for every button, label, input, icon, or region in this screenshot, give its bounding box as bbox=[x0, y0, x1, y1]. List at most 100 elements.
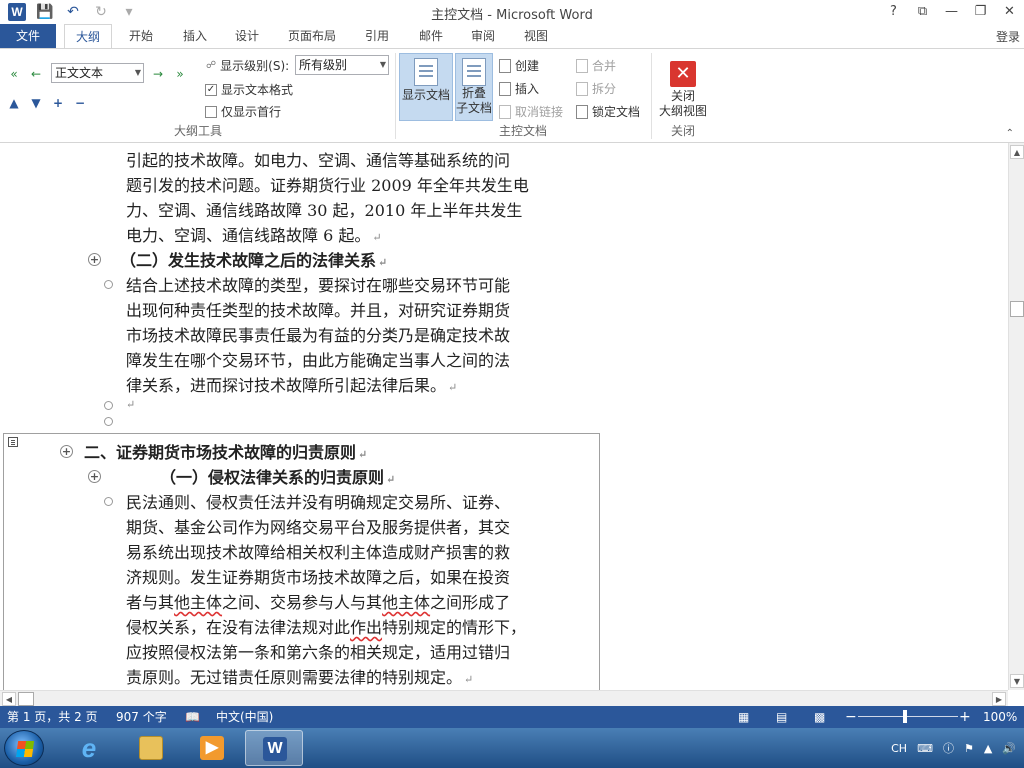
lock-icon bbox=[576, 104, 588, 119]
show-first-line-only-checkbox[interactable]: 仅显示首行 bbox=[205, 103, 281, 120]
unlink-subdocument-button[interactable]: 取消链接 bbox=[499, 103, 563, 120]
unlink-icon bbox=[499, 104, 511, 119]
tab-view[interactable]: 视图 bbox=[513, 24, 559, 48]
close-icon: ✕ bbox=[670, 61, 696, 87]
demote-icon[interactable]: → bbox=[150, 66, 166, 82]
zoom-level[interactable]: 100% bbox=[983, 706, 1017, 728]
read-mode-icon[interactable]: ▦ bbox=[738, 706, 749, 728]
minimize-button[interactable]: — bbox=[937, 0, 966, 24]
tab-design[interactable]: 设计 bbox=[224, 24, 270, 48]
collapse-ribbon-icon[interactable]: ⌃ bbox=[1006, 128, 1014, 139]
insert-subdocument-button[interactable]: 插入 bbox=[499, 80, 539, 97]
outline-level-dropdown[interactable]: 正文文本 ▼ bbox=[51, 63, 144, 83]
split-icon bbox=[576, 81, 588, 96]
outline-text-line: 易系统出现技术故障给相关权利主体造成财产损害的救 bbox=[126, 543, 511, 562]
scroll-left-icon[interactable]: ◀ bbox=[2, 692, 16, 706]
show-text-formatting-checkbox[interactable]: ✓ 显示文本格式 bbox=[205, 81, 293, 98]
tab-references[interactable]: 引用 bbox=[354, 24, 400, 48]
paragraph-mark-icon: ↵ bbox=[386, 473, 396, 486]
paragraph-mark-icon: ↵ bbox=[464, 673, 474, 686]
outline-heading-line: （二）发生技术故障之后的法律关系 ↵ bbox=[120, 251, 388, 270]
volume-icon[interactable]: 🔊 bbox=[1002, 742, 1016, 755]
tab-outline[interactable]: 大纲 bbox=[64, 24, 112, 49]
zoom-slider[interactable] bbox=[858, 716, 958, 717]
move-up-icon[interactable]: ▲ bbox=[6, 95, 22, 111]
taskbar-internet-explorer[interactable]: e bbox=[60, 730, 118, 766]
demote-to-body-text-icon[interactable]: » bbox=[172, 66, 188, 82]
scroll-down-icon[interactable]: ▼ bbox=[1010, 674, 1024, 688]
horizontal-scrollbar[interactable]: ◀ ▶ bbox=[0, 690, 1008, 706]
language-indicator[interactable]: 中文(中国) bbox=[216, 706, 273, 728]
zoom-slider-thumb[interactable] bbox=[903, 710, 907, 723]
promote-icon[interactable]: ← bbox=[28, 66, 44, 82]
window-title: 主控文档 - Microsoft Word bbox=[431, 8, 593, 23]
zoom-out-button[interactable]: − bbox=[845, 706, 857, 728]
show-level-dropdown[interactable]: 所有级别 ▼ bbox=[295, 55, 389, 75]
close-group-label: 关闭 bbox=[670, 124, 695, 138]
outline-text-line: 引起的技术故障。如电力、空调、通信等基础系统的问 bbox=[126, 151, 511, 170]
scroll-up-icon[interactable]: ▲ bbox=[1010, 145, 1024, 159]
web-layout-icon[interactable]: ▩ bbox=[814, 706, 825, 728]
help-button[interactable]: ? bbox=[879, 0, 908, 24]
keyboard-icon[interactable]: ⌨ bbox=[917, 742, 933, 755]
horizontal-scroll-thumb[interactable] bbox=[18, 692, 34, 706]
taskbar-media-player[interactable]: ▶ bbox=[183, 730, 241, 766]
proofing-icon[interactable]: 📖 bbox=[185, 706, 200, 728]
document-area[interactable]: 引起的技术故障。如电力、空调、通信等基础系统的问 题引发的技术问题。证券期货行业… bbox=[0, 143, 1008, 690]
body-text-bullet-icon[interactable] bbox=[104, 280, 113, 289]
spelling-flag: 他主体 bbox=[382, 593, 431, 612]
tab-insert[interactable]: 插入 bbox=[172, 24, 218, 48]
folder-icon bbox=[139, 736, 163, 760]
tab-file[interactable]: 文件 bbox=[0, 24, 56, 48]
move-down-icon[interactable]: ▼ bbox=[28, 95, 44, 111]
spelling-flag: 他主体 bbox=[174, 593, 223, 612]
page-count[interactable]: 第 1 页，共 2 页 bbox=[7, 706, 98, 728]
body-text-bullet-icon[interactable] bbox=[104, 401, 113, 410]
internet-explorer-icon: e bbox=[81, 733, 97, 763]
sign-in-link[interactable]: 登录 bbox=[996, 28, 1020, 45]
outline-text-line: 电力、空调、通信线路故障 6 起。 ↵ bbox=[126, 226, 382, 245]
create-subdocument-button[interactable]: 创建 bbox=[499, 57, 539, 74]
show-hidden-icons-icon[interactable]: ▲ bbox=[984, 742, 992, 755]
expand-plus-icon[interactable]: + bbox=[88, 470, 101, 483]
restore-button[interactable]: ❐ bbox=[966, 0, 995, 24]
subdocument-icon[interactable] bbox=[8, 437, 18, 447]
close-window-button[interactable]: ✕ bbox=[995, 0, 1024, 24]
tab-page-layout[interactable]: 页面布局 bbox=[280, 24, 344, 48]
help-circle-icon[interactable]: ⓘ bbox=[943, 740, 954, 756]
expand-plus-icon[interactable]: + bbox=[88, 253, 101, 266]
status-bar: 第 1 页，共 2 页 907 个字 📖 中文(中国) ▦ ▤ ▩ − + 10… bbox=[0, 706, 1024, 728]
body-text-bullet-icon[interactable] bbox=[104, 497, 113, 506]
outline-text-line: 期货、基金公司作为网络交易平台及服务提供者，其交 bbox=[126, 518, 511, 537]
collapse-icon[interactable]: − bbox=[72, 95, 88, 111]
print-layout-icon[interactable]: ▤ bbox=[776, 706, 787, 728]
lock-document-button[interactable]: 锁定文档 bbox=[576, 103, 640, 120]
taskbar-file-explorer[interactable] bbox=[122, 730, 180, 766]
expand-icon[interactable]: + bbox=[50, 95, 66, 111]
expand-plus-icon[interactable]: + bbox=[60, 445, 73, 458]
taskbar-word[interactable]: W bbox=[245, 730, 303, 766]
split-subdocument-button[interactable]: 拆分 bbox=[576, 80, 616, 97]
tab-mailings[interactable]: 邮件 bbox=[408, 24, 454, 48]
ribbon-tab-bar: 文件 大纲 开始 插入 设计 页面布局 引用 邮件 审阅 视图 bbox=[0, 24, 1024, 49]
start-button[interactable] bbox=[4, 730, 44, 766]
tab-home[interactable]: 开始 bbox=[118, 24, 164, 48]
merge-subdocument-button[interactable]: 合并 bbox=[576, 57, 616, 74]
input-language-indicator[interactable]: CH bbox=[891, 742, 907, 755]
network-flag-icon[interactable]: ⚑ bbox=[964, 742, 974, 755]
chevron-down-icon: ▼ bbox=[379, 60, 386, 69]
show-document-button[interactable]: 显示文档 bbox=[399, 53, 453, 121]
close-outline-view-button[interactable]: ✕ 关闭 大纲视图 bbox=[655, 53, 711, 121]
scroll-right-icon[interactable]: ▶ bbox=[992, 692, 1006, 706]
tab-review[interactable]: 审阅 bbox=[460, 24, 506, 48]
word-icon: W bbox=[263, 737, 287, 761]
word-count[interactable]: 907 个字 bbox=[116, 706, 167, 728]
body-text-bullet-icon[interactable] bbox=[104, 417, 113, 426]
vertical-scrollbar[interactable]: ▲ ▼ bbox=[1008, 143, 1024, 690]
collapse-subdocuments-button[interactable]: 折叠 子文档 bbox=[455, 53, 493, 121]
ribbon-display-options-button[interactable]: ⧉ bbox=[908, 0, 937, 24]
promote-to-heading1-icon[interactable]: « bbox=[6, 66, 22, 82]
vertical-scroll-thumb[interactable] bbox=[1010, 301, 1024, 317]
outline-tools-group-label: 大纲工具 bbox=[173, 124, 222, 138]
zoom-in-button[interactable]: + bbox=[959, 706, 971, 728]
